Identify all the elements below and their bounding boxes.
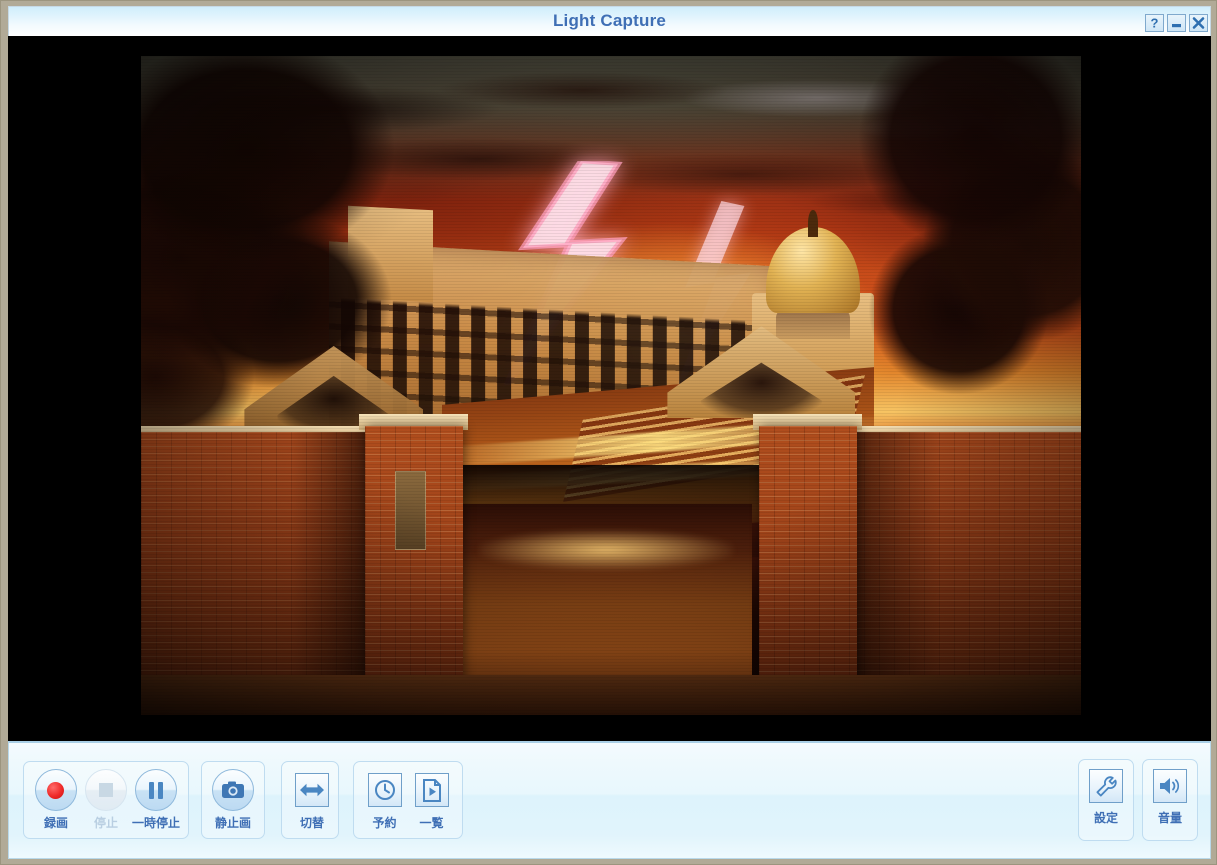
stop-button[interactable]: 停止	[82, 768, 130, 831]
wrench-icon	[1089, 769, 1123, 803]
switch-button-label: 切替	[299, 816, 324, 830]
svg-text:?: ?	[1151, 16, 1159, 31]
control-toolbar: 録画 停止 一時停止 静止画 切替 予約 一覧 設定 音量	[8, 741, 1211, 859]
speaker-icon	[1153, 769, 1187, 803]
reserve-button[interactable]: 予約	[362, 768, 407, 831]
utility-group: 設定 音量	[1078, 759, 1198, 841]
page-title: Light Capture	[552, 11, 667, 30]
reserve-button-label: 予約	[372, 816, 397, 830]
list-button[interactable]: 一覧	[409, 768, 454, 831]
camera-icon	[211, 768, 255, 812]
still-group: 静止画	[201, 761, 265, 839]
app-window: Light Capture ? 録画 停止 一時停止 静止画 切替 予約 一覧 …	[0, 0, 1217, 865]
switch-button[interactable]: 切替	[290, 768, 334, 831]
document-play-icon	[410, 768, 454, 812]
stop-square-icon	[84, 768, 128, 812]
record-button[interactable]: 録画	[32, 768, 80, 831]
record-dot-icon	[34, 768, 78, 812]
still-image-button-label: 静止画	[214, 816, 251, 830]
close-icon	[1192, 17, 1205, 29]
list-button-label: 一覧	[419, 816, 444, 830]
pause-bars-icon	[134, 768, 178, 812]
volume-button-label: 音量	[1157, 811, 1182, 825]
scene-vignette	[141, 56, 1081, 715]
minimize-icon	[1172, 24, 1181, 28]
recording-group: 録画 停止 一時停止	[23, 761, 189, 839]
settings-button[interactable]: 設定	[1078, 759, 1134, 841]
volume-button[interactable]: 音量	[1142, 759, 1198, 841]
video-picture	[141, 56, 1081, 715]
schedule-group: 予約 一覧	[353, 761, 463, 839]
window-controls: ?	[1145, 14, 1208, 32]
switch-group: 切替	[281, 761, 339, 839]
still-image-button[interactable]: 静止画	[210, 768, 256, 831]
double-arrow-icon	[290, 768, 334, 812]
settings-button-label: 設定	[1093, 811, 1118, 825]
title-bar: Light Capture ?	[8, 6, 1211, 36]
clock-icon	[363, 768, 407, 812]
help-button[interactable]: ?	[1145, 14, 1164, 32]
question-mark-icon: ?	[1151, 16, 1159, 31]
stop-button-label: 停止	[93, 816, 118, 830]
pause-button-label: 一時停止	[131, 816, 180, 830]
video-preview-area[interactable]	[8, 36, 1211, 741]
pause-button[interactable]: 一時停止	[132, 768, 180, 831]
record-button-label: 録画	[43, 816, 68, 830]
minimize-button[interactable]	[1167, 14, 1186, 32]
close-button[interactable]	[1189, 14, 1208, 32]
